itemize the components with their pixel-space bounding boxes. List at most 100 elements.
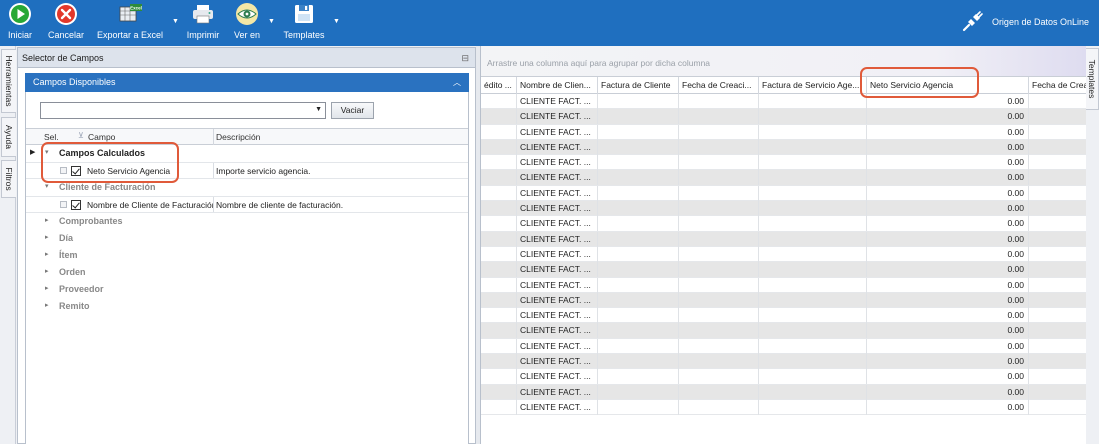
- templates-button[interactable]: Templates: [279, 0, 329, 46]
- table-row[interactable]: CLIENTE FACT. ... 0.00: [481, 338, 1086, 355]
- table-cell[interactable]: [759, 323, 867, 339]
- table-cell[interactable]: [759, 384, 867, 400]
- table-cell[interactable]: CLIENTE FACT. ...: [517, 262, 598, 278]
- table-cell[interactable]: [679, 231, 759, 247]
- table-cell[interactable]: [598, 338, 679, 354]
- table-cell[interactable]: [679, 262, 759, 278]
- table-cell[interactable]: [679, 292, 759, 308]
- table-cell[interactable]: CLIENTE FACT. ...: [517, 338, 598, 354]
- table-cell[interactable]: 0.00: [867, 216, 1029, 232]
- table-cell[interactable]: [679, 185, 759, 201]
- table-cell[interactable]: CLIENTE FACT. ...: [517, 155, 598, 171]
- table-cell[interactable]: 0.00: [867, 124, 1029, 140]
- table-cell[interactable]: [481, 323, 517, 339]
- table-cell[interactable]: [598, 139, 679, 155]
- table-cell[interactable]: [598, 246, 679, 262]
- export-excel-button[interactable]: Excel Exportar a Excel: [92, 0, 168, 46]
- tab-herramientas[interactable]: Herramientas: [1, 49, 16, 113]
- clear-button[interactable]: Vaciar: [331, 102, 374, 119]
- table-cell[interactable]: CLIENTE FACT. ...: [517, 109, 598, 125]
- table-cell[interactable]: [598, 354, 679, 370]
- table-cell[interactable]: [1029, 293, 1086, 308]
- table-cell[interactable]: [598, 94, 679, 109]
- table-cell[interactable]: CLIENTE FACT. ...: [517, 323, 598, 339]
- table-row[interactable]: CLIENTE FACT. ... 0.00: [481, 308, 1086, 324]
- table-cell[interactable]: 0.00: [867, 354, 1029, 370]
- table-cell[interactable]: [759, 170, 867, 186]
- table-cell[interactable]: 0.00: [867, 109, 1029, 125]
- table-row[interactable]: CLIENTE FACT. ... 0.00: [481, 201, 1086, 217]
- table-cell[interactable]: CLIENTE FACT. ...: [517, 292, 598, 308]
- table-cell[interactable]: [679, 94, 759, 109]
- group-expand-icon[interactable]: ▸: [45, 216, 49, 224]
- table-cell[interactable]: [598, 109, 679, 125]
- table-cell[interactable]: [1029, 94, 1086, 109]
- table-cell[interactable]: [598, 124, 679, 140]
- table-row[interactable]: CLIENTE FACT. ... 0.00: [481, 292, 1086, 309]
- table-cell[interactable]: [679, 109, 759, 125]
- table-cell[interactable]: [1029, 155, 1086, 170]
- table-cell[interactable]: [481, 109, 517, 125]
- table-cell[interactable]: [481, 185, 517, 201]
- table-cell[interactable]: [1029, 339, 1086, 354]
- table-cell[interactable]: [1029, 400, 1086, 415]
- table-cell[interactable]: [679, 354, 759, 370]
- table-cell[interactable]: [759, 246, 867, 262]
- group-expand-icon[interactable]: ▸: [45, 284, 49, 292]
- group-expand-icon[interactable]: ▸: [45, 250, 49, 258]
- table-cell[interactable]: 0.00: [867, 139, 1029, 155]
- tree-group[interactable]: ▸ Ítem: [26, 247, 468, 264]
- table-row[interactable]: CLIENTE FACT. ... 0.00: [481, 354, 1086, 370]
- table-cell[interactable]: [679, 170, 759, 186]
- table-row[interactable]: CLIENTE FACT. ... 0.00: [481, 323, 1086, 339]
- table-cell[interactable]: [679, 399, 759, 415]
- export-dropdown-icon[interactable]: ▼: [172, 18, 179, 25]
- table-row[interactable]: CLIENTE FACT. ... 0.00: [481, 139, 1086, 156]
- table-cell[interactable]: 0.00: [867, 246, 1029, 262]
- table-cell[interactable]: [598, 384, 679, 400]
- tree-group[interactable]: ▸ Orden: [26, 264, 468, 281]
- table-row[interactable]: CLIENTE FACT. ... 0.00: [481, 231, 1086, 247]
- table-row[interactable]: CLIENTE FACT. ... 0.00: [481, 216, 1086, 232]
- table-cell[interactable]: CLIENTE FACT. ...: [517, 277, 598, 293]
- table-cell[interactable]: [759, 277, 867, 293]
- table-cell[interactable]: [1029, 109, 1086, 124]
- table-cell[interactable]: [481, 201, 517, 217]
- table-cell[interactable]: [1029, 369, 1086, 384]
- table-cell[interactable]: CLIENTE FACT. ...: [517, 246, 598, 262]
- table-cell[interactable]: CLIENTE FACT. ...: [517, 308, 598, 324]
- table-cell[interactable]: [679, 384, 759, 400]
- table-cell[interactable]: CLIENTE FACT. ...: [517, 399, 598, 415]
- table-cell[interactable]: [679, 369, 759, 385]
- table-cell[interactable]: [598, 185, 679, 201]
- table-cell[interactable]: [1029, 354, 1086, 369]
- column-header[interactable]: édito ...: [481, 77, 517, 94]
- table-cell[interactable]: 0.00: [867, 323, 1029, 339]
- table-row[interactable]: CLIENTE FACT. ... 0.00: [481, 170, 1086, 186]
- table-cell[interactable]: [481, 231, 517, 247]
- field-checkbox[interactable]: [71, 200, 81, 210]
- table-row[interactable]: CLIENTE FACT. ... 0.00: [481, 155, 1086, 171]
- table-cell[interactable]: [759, 354, 867, 370]
- tree-group[interactable]: ▸ Comprobantes: [26, 213, 468, 230]
- table-cell[interactable]: [598, 201, 679, 217]
- table-cell[interactable]: [679, 139, 759, 155]
- table-cell[interactable]: 0.00: [867, 262, 1029, 278]
- table-cell[interactable]: [759, 308, 867, 324]
- table-row[interactable]: CLIENTE FACT. ... 0.00: [481, 369, 1086, 385]
- table-cell[interactable]: [481, 216, 517, 232]
- table-cell[interactable]: [679, 308, 759, 324]
- table-cell[interactable]: [1029, 308, 1086, 323]
- table-cell[interactable]: [1029, 262, 1086, 277]
- start-button[interactable]: Iniciar: [2, 0, 38, 46]
- table-cell[interactable]: CLIENTE FACT. ...: [517, 369, 598, 385]
- table-cell[interactable]: [759, 399, 867, 415]
- tab-templates[interactable]: Templates: [1086, 48, 1099, 110]
- table-cell[interactable]: [759, 338, 867, 354]
- column-header[interactable]: Factura de Cliente: [598, 77, 679, 94]
- table-cell[interactable]: [481, 139, 517, 155]
- available-fields-header[interactable]: Campos Disponibles ︿: [25, 73, 469, 92]
- group-expand-icon[interactable]: ▸: [45, 267, 49, 275]
- column-header[interactable]: Nombre de Clien...: [517, 77, 598, 94]
- table-cell[interactable]: [481, 354, 517, 370]
